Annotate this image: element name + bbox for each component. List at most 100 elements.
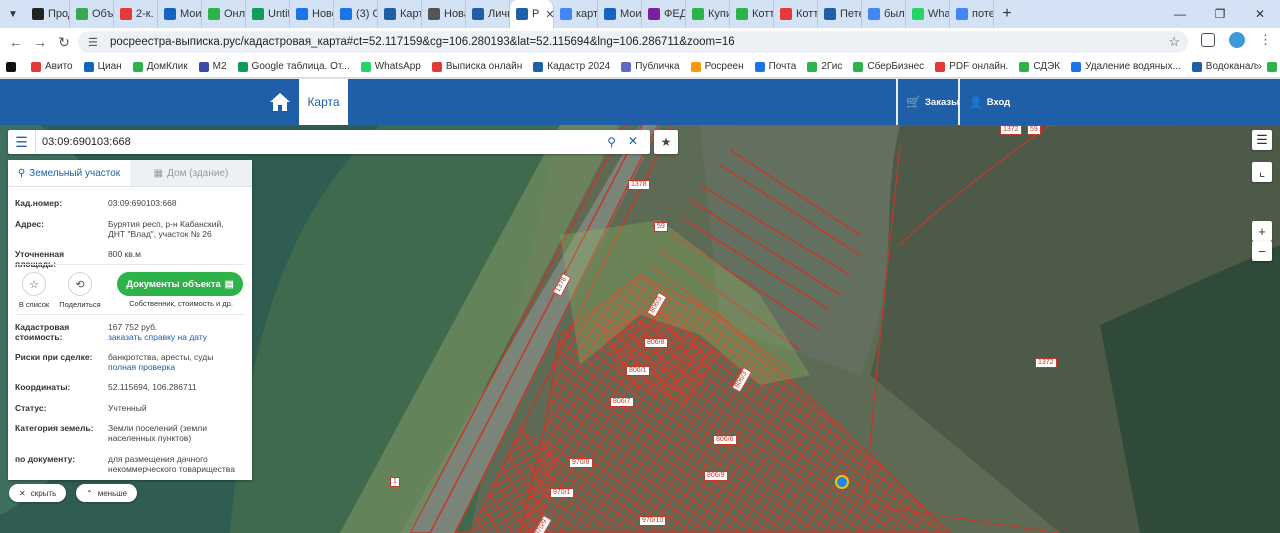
restore-icon[interactable]: ❐ xyxy=(1200,0,1240,28)
bookmark-item[interactable]: ДомКлик xyxy=(132,61,188,72)
browser-tab[interactable]: Р ✕ xyxy=(510,0,554,28)
site-info-icon[interactable]: ☰ xyxy=(88,36,102,49)
parcel-number-label[interactable]: 970/8 xyxy=(569,458,593,468)
parcel-number-label[interactable]: 970/1 xyxy=(550,488,574,498)
less-button[interactable]: ⌃ меньше xyxy=(76,484,138,502)
parcel-number-label[interactable]: 806/9 xyxy=(704,471,728,481)
cad-num-value[interactable]: 03:09:690103:668 xyxy=(108,198,243,208)
bookmark-item[interactable]: ЭкоАльянс xyxy=(1267,61,1280,72)
header-divider xyxy=(896,79,898,125)
browser-tab[interactable]: Ново xyxy=(290,0,334,28)
browser-tab[interactable]: ФЕДЕ xyxy=(642,0,686,28)
bookmark-favicon-icon xyxy=(754,61,765,72)
extensions-icon[interactable] xyxy=(1201,33,1215,47)
browser-tab-strip: ▼ Прод Объя 2-к. к Мои Онла Untit Ново (3) О Кар… xyxy=(0,0,1280,28)
more-bookmarks-icon[interactable]: » xyxy=(1255,59,1262,73)
bookmark-star-icon[interactable]: ☆ xyxy=(1168,34,1180,50)
parcel-number-label[interactable]: 970/10 xyxy=(639,516,667,526)
bookmark-item[interactable]: PDF онлайн. xyxy=(935,61,1008,72)
parcel-number-label[interactable]: 1 xyxy=(390,477,400,487)
browser-tab[interactable]: Нова xyxy=(422,0,466,28)
browser-tab[interactable]: Объя xyxy=(70,0,114,28)
close-tab-icon[interactable]: ✕ xyxy=(545,8,553,21)
parcel-number-label[interactable]: 59 xyxy=(654,222,668,232)
bookmark-item[interactable]: Циан xyxy=(83,61,122,72)
zoom-in-button[interactable]: + xyxy=(1252,221,1272,241)
tab-land-plot[interactable]: ⚲ Земельный участок xyxy=(8,160,130,186)
browser-tab[interactable]: 2-к. к xyxy=(114,0,158,28)
layers-button[interactable]: ☰ xyxy=(1252,130,1272,150)
search-icon[interactable]: ⚲ xyxy=(607,135,616,149)
browser-tab[interactable]: (3) О xyxy=(334,0,378,28)
parcel-number-label[interactable]: 806/7 xyxy=(610,397,634,407)
browser-tab[interactable]: Онла xyxy=(202,0,246,28)
back-icon[interactable]: ← xyxy=(4,34,28,50)
browser-menu-icon[interactable]: ⋮ xyxy=(1259,32,1272,48)
nav-map-tab[interactable]: Карта xyxy=(299,79,348,125)
bookmark-item[interactable]: Кадастр 2024 xyxy=(533,61,610,72)
bookmark-item[interactable]: M2 xyxy=(198,61,227,72)
share-button[interactable]: ⟲ xyxy=(68,272,92,296)
bookmark-item[interactable]: Авито xyxy=(31,61,73,72)
parcel-number-label[interactable]: 1378 xyxy=(628,180,650,190)
search-input[interactable] xyxy=(42,136,602,148)
coords-label: Координаты: xyxy=(15,382,71,392)
add-to-list-button[interactable]: ☆ xyxy=(22,272,46,296)
browser-tab[interactable]: Карт xyxy=(378,0,422,28)
menu-icon[interactable]: ☰ xyxy=(8,130,36,154)
bookmark-item[interactable]: 2Гис xyxy=(807,61,842,72)
browser-tab[interactable]: Котт xyxy=(774,0,818,28)
bookmark-item[interactable]: Удаление водяных... xyxy=(1071,61,1181,72)
orders-link[interactable]: 🛒 Заказы xyxy=(906,79,959,125)
zoom-out-button[interactable]: − xyxy=(1252,241,1272,261)
minimize-icon[interactable]: — xyxy=(1160,0,1200,28)
browser-tab[interactable]: Купи xyxy=(686,0,730,28)
parcel-number-label[interactable]: 806/6 xyxy=(713,435,737,445)
object-documents-button[interactable]: Документы объекта ▤ xyxy=(117,272,243,296)
browser-tab[interactable]: Мои xyxy=(598,0,642,28)
clear-search-icon[interactable]: ✕ xyxy=(628,134,638,148)
parcel-number-label[interactable]: 59 xyxy=(1027,125,1041,135)
browser-tab[interactable]: What xyxy=(906,0,950,28)
parcel-number-label[interactable]: 806/8 xyxy=(644,338,668,348)
browser-tab[interactable]: Пете xyxy=(818,0,862,28)
address-bar[interactable]: ☰ росреестра-выписка.рус/кадастровая_кар… xyxy=(78,31,1188,53)
bookmark-item[interactable]: Google таблица. От... xyxy=(237,61,350,72)
bookmark-item[interactable]: СДЭК xyxy=(1019,61,1060,72)
browser-tab[interactable]: Личн xyxy=(466,0,510,28)
bookmark-item[interactable]: Публичка xyxy=(621,61,680,72)
ruler-button[interactable]: ⌞ xyxy=(1252,162,1272,182)
close-window-icon[interactable]: ✕ xyxy=(1240,0,1280,28)
login-link[interactable]: 👤 Вход xyxy=(969,79,1010,125)
bookmark-item[interactable]: Почта xyxy=(754,61,796,72)
order-certificate-link[interactable]: заказать справку на дату xyxy=(108,332,207,342)
bookmark-item[interactable]: СберБизнес xyxy=(853,61,924,72)
bookmark-label: Кадастр 2024 xyxy=(547,61,611,72)
plus-icon: + xyxy=(1258,223,1266,239)
bookmark-item[interactable]: Выписка онлайн xyxy=(431,61,522,72)
browser-tab[interactable]: карте xyxy=(554,0,598,28)
home-icon[interactable] xyxy=(268,91,292,113)
browser-tab[interactable]: Прод xyxy=(26,0,70,28)
favorites-star-button[interactable]: ★ xyxy=(654,130,678,154)
reload-icon[interactable]: ↻ xyxy=(52,34,76,51)
forward-icon[interactable]: → xyxy=(28,34,52,50)
browser-tab[interactable]: Мои xyxy=(158,0,202,28)
profile-avatar[interactable] xyxy=(1229,32,1245,48)
parcel-number-label[interactable]: 1372 xyxy=(1035,358,1057,368)
browser-tab[interactable]: было xyxy=(862,0,906,28)
bookmark-item[interactable]: WhatsApp xyxy=(360,61,421,72)
tab-house[interactable]: ▦ Дом (здание) xyxy=(130,160,252,186)
new-tab-button[interactable]: + xyxy=(994,5,1020,23)
bookmark-tiktok[interactable] xyxy=(6,61,20,72)
parcel-number-label[interactable]: 806/1 xyxy=(626,366,650,376)
browser-tab[interactable]: Котт xyxy=(730,0,774,28)
browser-tab[interactable]: Untit xyxy=(246,0,290,28)
bookmark-item[interactable]: Водоканал xyxy=(1191,61,1256,72)
tab-search-icon[interactable]: ▼ xyxy=(0,0,26,28)
bookmark-item[interactable]: Росреен xyxy=(690,61,744,72)
parcel-number-label[interactable]: 1372 xyxy=(1000,125,1022,135)
browser-tab[interactable]: поте xyxy=(950,0,994,28)
hide-panel-button[interactable]: ✕ скрыть xyxy=(9,484,67,502)
full-check-link[interactable]: полная проверка xyxy=(108,362,175,372)
